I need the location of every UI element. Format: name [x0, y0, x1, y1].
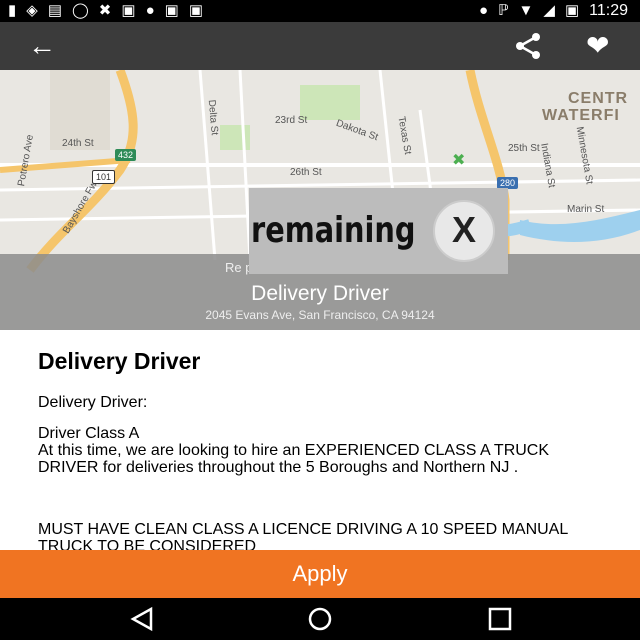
camera-icon: ▣ — [164, 2, 179, 19]
navigation-bar — [0, 598, 640, 640]
map-label: 24th St — [62, 138, 94, 149]
status-bar: ▮ ◈ ▤ ◯ ✖ ▣ ● ▣ ▣ ● ℙ ▼ ◢ ▣ 11:29 — [0, 0, 640, 22]
heart-icon[interactable]: ❤ — [586, 32, 609, 60]
job-paragraph: MUST HAVE CLEAN CLASS A LICENCE DRIVING … — [38, 521, 568, 550]
ad-badge[interactable]: remaining X — [249, 188, 508, 274]
map-marker-icon: ✖ — [452, 152, 466, 169]
job-intro-line: Delivery Driver: — [38, 394, 148, 411]
map-area-label: CENTR — [568, 90, 629, 107]
map-area-label: WATERFI — [542, 107, 620, 124]
nav-home-icon[interactable] — [305, 605, 335, 633]
location-icon: ◈ — [26, 2, 38, 19]
highway-shield: 101 — [92, 170, 116, 184]
overlay-address: 2045 Evans Ave, San Francisco, CA 94124 — [205, 308, 435, 322]
wifi-icon: ▼ — [518, 2, 534, 19]
map-label: Marin St — [567, 204, 605, 215]
nav-back-icon[interactable] — [127, 605, 157, 633]
briefcase-icon: ▣ — [188, 2, 203, 19]
notification-icon: ▮ — [8, 2, 17, 19]
message-icon: ▤ — [47, 2, 62, 19]
job-description: Delivery Driver Delivery Driver: Driver … — [0, 330, 640, 550]
ad-badge-text: remaining — [251, 210, 416, 251]
highway-shield: 432 — [115, 149, 137, 161]
battery-charging-icon: ▣ — [564, 2, 580, 19]
back-arrow-icon[interactable]: ← — [28, 30, 56, 62]
job-heading: Delivery Driver — [38, 348, 201, 374]
map-label: 25th St — [508, 143, 540, 154]
game-icon: ● — [145, 2, 155, 19]
app-bar: ← ❤ — [0, 22, 640, 70]
overlay-job-title: Delivery Driver — [251, 282, 389, 305]
alarm-off-icon: ◯ — [72, 2, 89, 19]
job-paragraph: Driver Class A At this time, we are look… — [38, 425, 550, 476]
nav-recents-icon[interactable] — [485, 605, 515, 633]
apply-button[interactable]: Apply — [0, 550, 640, 598]
close-icon[interactable]: X — [433, 200, 495, 262]
signal-off-icon: ◢ — [543, 2, 555, 19]
share-icon[interactable] — [512, 32, 544, 60]
map-label: 23rd St — [275, 115, 308, 126]
bluetooth-icon: ℙ — [498, 2, 509, 19]
lock-icon: ▣ — [121, 2, 136, 19]
tool-icon: ✖ — [98, 2, 112, 19]
map-label: 26th St — [290, 167, 322, 178]
status-clock: 11:29 — [589, 2, 628, 19]
location-pin-icon: ● — [478, 2, 489, 19]
